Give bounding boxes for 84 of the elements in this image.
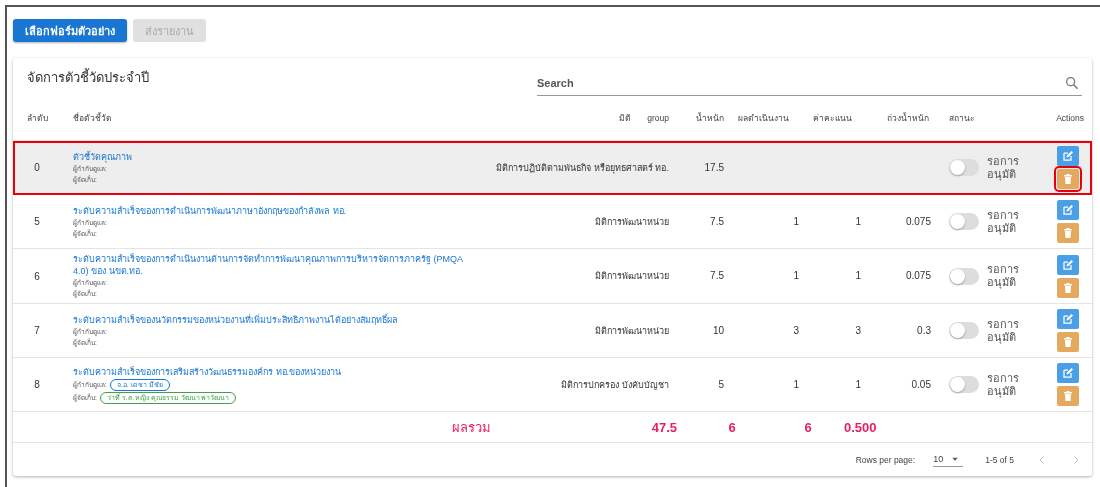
total-weighted: 0.500 [843,419,878,435]
result-cell-text: 1 [792,270,800,282]
status-label: รอการอนุมัติ [987,263,1020,289]
column-header: ค่าคะแนน [811,112,853,125]
edit-icon [1061,313,1074,325]
column-header: ลำดับ [25,112,49,125]
trash-icon [1061,281,1074,294]
edit-icon [1061,258,1074,271]
status-label: รอการอนุมัติ [987,371,1020,398]
total-result: 6 [727,419,737,435]
edit-button[interactable] [1056,254,1079,275]
indicator-link[interactable]: ระดับความสำเร็จของการเสริมสร้างวัฒนธรรมองค์กร ทอ.ของหน่วยงาน [73,365,473,378]
search-field[interactable]: Search [537,70,1082,96]
order-cell-text: 7 [33,325,41,336]
result-cell-text: 1 [792,215,800,228]
group-cell-text: มิติการปกครอง บังคับบัญชา [560,378,670,391]
select-template-button[interactable]: เลือกฟอร์มตัวอย่าง [13,19,127,42]
card-title: จัดการตัวชี้วัดประจำปี [27,67,149,87]
group-cell-text: มิติการพัฒนาหน่วย [594,215,670,228]
status-label: รอการอนุมัติ [987,208,1020,235]
order-cell-text: 8 [33,379,41,390]
weighted-cell-text: 0.05 [910,378,932,391]
status-label: รอการอนุมัติ [987,154,1020,181]
score-cell-text: 1 [854,215,862,228]
weighted-cell-text: 0.075 [904,270,932,282]
column-header: สถานะ [948,112,976,125]
weight-cell-text: 10 [711,324,725,337]
delete-button[interactable] [1056,277,1079,298]
total-label: ผลรวม [451,418,491,437]
edit-icon [1061,367,1074,379]
group-cell-text: มิติการปฏิบัติตามพันธกิจ หรือยุทธศาสตร์ ทอ. [495,161,670,174]
total-score: 6 [803,419,813,435]
rows-per-page-select[interactable]: 10 [933,452,964,467]
status-toggle[interactable] [949,322,979,339]
indicator-link[interactable]: ระดับความสำเร็จของการดำเนินการพัฒนาภาษาอังกฤษของกำลังพล ทอ. [73,204,473,217]
delete-button[interactable] [1056,169,1079,189]
page-range: 1-5 of 5 [985,454,1014,465]
total-weight: 47.5 [650,419,677,435]
result-cell-text: 3 [792,324,800,337]
score-cell-text: 1 [854,378,862,391]
indicator-link[interactable]: ตัวชี้วัดคุณภาพ [73,150,473,163]
column-header: น้ำหนัก [695,111,725,125]
indicator-link[interactable]: ระดับความสำเร็จของนวัตกรรมของหน่วยงานที่เพิ่มประสิทธิภาพงานได้อย่างสัมฤทธิ์ผล [73,313,473,326]
weight-cell-text: 5 [717,378,725,391]
order-cell-text: 5 [33,216,41,227]
edit-icon [1061,150,1074,162]
edit-button[interactable] [1056,363,1079,383]
indicator-link[interactable]: ระดับความสำเร็จของการดำเนินงานด้านการจัดทำการพัฒนาคุณภาพการบริหารจัดการภาครัฐ (PMQA 4.0) ของ นขต.ทอ. [73,253,473,277]
order-cell-text: 6 [33,270,41,282]
delete-button[interactable] [1056,386,1079,406]
weight-cell-text: 7.5 [709,215,725,228]
search-icon [1064,75,1080,91]
edit-icon [1061,204,1074,216]
status-toggle[interactable] [949,267,979,285]
status-toggle[interactable] [949,213,979,230]
trash-icon [1061,173,1074,185]
score-cell-text: 1 [854,270,862,282]
rows-per-page-label: Rows per page: [855,454,916,465]
column-header: ผลดำเนินงาน [737,112,790,125]
trash-icon [1061,336,1074,348]
weight-cell-text: 7.5 [709,270,725,282]
delete-button[interactable] [1056,223,1079,243]
weighted-cell-text: 0.3 [916,324,932,337]
status-label: รอการอนุมัติ [987,317,1020,344]
weight-cell-text: 17.5 [703,161,725,174]
status-toggle[interactable] [949,376,979,393]
group-cell-text: มิติการพัฒนาหน่วย [594,324,670,337]
order-cell-text: 0 [33,162,41,173]
edit-button[interactable] [1056,309,1079,329]
status-toggle[interactable] [949,159,979,176]
caret-icon [951,455,960,463]
delete-button[interactable] [1056,332,1079,352]
edit-button[interactable] [1056,146,1079,166]
score-cell-text: 3 [854,324,862,337]
trash-icon [1061,227,1074,239]
column-header: ชื่อตัวชี้วัด [72,111,113,125]
column-header: ถ่วงน้ำหนัก [886,111,930,125]
trash-icon [1061,390,1074,402]
edit-button[interactable] [1056,200,1079,220]
result-cell-text: 1 [792,378,800,391]
column-header: มิติ group [617,112,670,125]
column-header: Actions [1055,113,1085,123]
group-cell-text: มิติการพัฒนาหน่วย [594,270,670,282]
weighted-cell-text: 0.075 [904,215,932,228]
